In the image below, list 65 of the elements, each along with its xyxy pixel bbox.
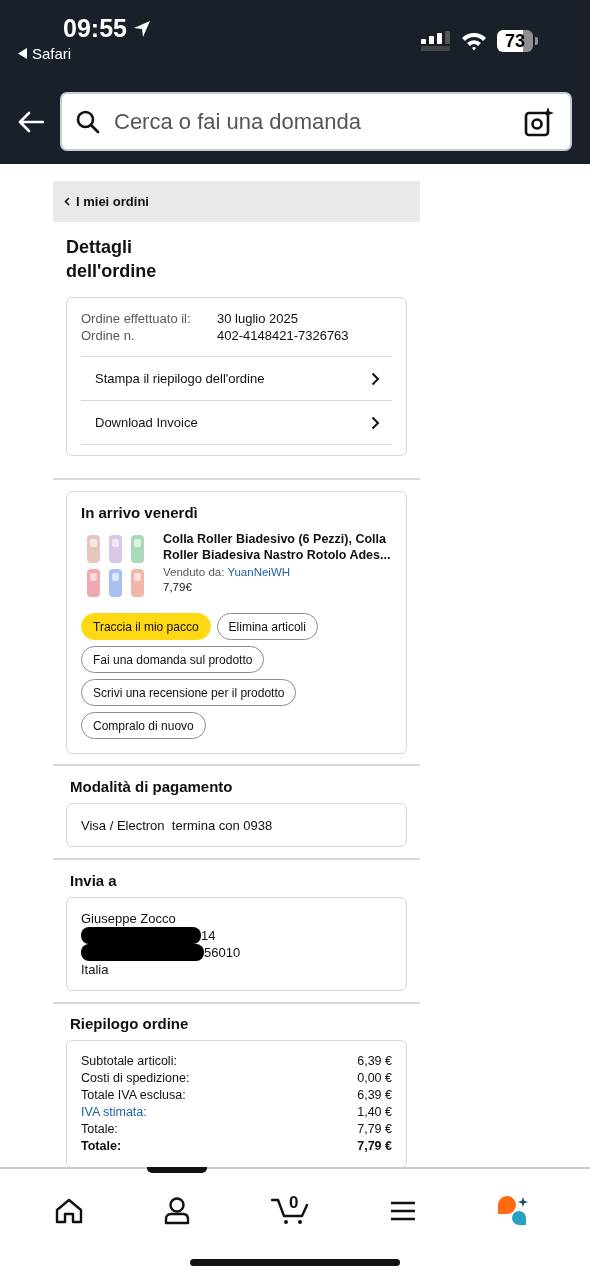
product-title[interactable]: Colla Roller Biadesivo (6 Pezzi), Colla Roller Biadesiva Nastro Rotolo Ades... [163, 531, 392, 563]
breadcrumb-label: I miei ordini [76, 194, 149, 209]
info-value: 30 luglio 2025 [217, 310, 298, 327]
breadcrumb-link[interactable]: I miei ordini [53, 181, 420, 222]
back-triangle-icon [18, 48, 28, 59]
page-title: Dettagli dell'ordine [66, 236, 158, 283]
account-tab[interactable] [163, 1197, 190, 1225]
delivery-heading: In arrivo venerdì [81, 504, 199, 521]
address-fragment: 14 [201, 927, 216, 944]
info-value: 402-4148421-7326763 [217, 327, 349, 344]
summary-value: 7,79 € [357, 1121, 392, 1138]
tax-link[interactable]: IVA stimata: [81, 1104, 147, 1121]
search-field[interactable]: Cerca o fai una domanda [112, 107, 512, 136]
summary-value: 6,39 € [357, 1087, 392, 1104]
action-button[interactable]: Elimina articoli [216, 613, 318, 640]
action-button[interactable]: Compralo di nuovo [81, 712, 206, 739]
action-button[interactable]: Fai una domanda sul prodotto [81, 646, 265, 673]
camera-sparkle-icon[interactable] [524, 106, 554, 137]
summary-value: 1,40 € [357, 1104, 392, 1121]
order-link[interactable]: Stampa il riepilogo dell'ordine [81, 356, 392, 400]
cart-icon [270, 1197, 309, 1225]
summary-value: 0,00 € [357, 1070, 392, 1087]
chevron-right-icon [371, 371, 380, 386]
seller-label: Venduto da: YuanNeiWH [163, 566, 292, 578]
summary-label: Totale IVA esclusa: [81, 1087, 186, 1104]
battery-indicator: 73 [497, 30, 533, 52]
seller-link[interactable]: YuanNeiWH [227, 566, 291, 578]
section-heading: Riepilogo ordine [70, 1015, 190, 1032]
address-line: Italia [81, 961, 110, 978]
menu-icon [390, 1200, 417, 1222]
cart-tab[interactable]: 0 [270, 1197, 309, 1225]
summary-label: Costi di spedizione: [81, 1070, 190, 1087]
action-button[interactable]: Scrivi una recensione per il prodotto [81, 679, 297, 706]
search-bar[interactable]: Cerca o fai una domanda [60, 92, 572, 151]
menu-tab[interactable] [390, 1200, 417, 1222]
track-package-button[interactable]: Traccia il mio pacco [81, 613, 211, 640]
summary-label: Totale: [81, 1138, 122, 1155]
payment-method: Visa / Electron termina con 0938 [81, 818, 273, 833]
signal-icon [421, 31, 451, 51]
wifi-icon [461, 31, 487, 51]
search-icon [76, 109, 100, 134]
summary-label: Subtotale articoli: [81, 1053, 177, 1070]
location-arrow-icon [132, 19, 151, 38]
grabber-handle [147, 1167, 207, 1173]
summary-label: Totale: [81, 1121, 118, 1138]
section-heading: Modalità di pagamento [70, 778, 234, 795]
home-icon [54, 1198, 83, 1224]
chevron-left-icon [64, 197, 70, 206]
summary-value: 7,79 € [357, 1138, 392, 1155]
person-icon [163, 1197, 190, 1225]
chevron-right-icon [371, 415, 380, 430]
info-label: Ordine effettuato il: [81, 310, 192, 327]
status-time: 09:55 [63, 14, 127, 43]
summary-value: 6,39 € [357, 1053, 392, 1070]
back-to-app-link[interactable]: Safari [32, 45, 72, 62]
order-link[interactable]: Download Invoice [81, 400, 392, 444]
section-heading: Invia a [70, 872, 118, 889]
address-line: Giuseppe Zocco [81, 910, 177, 927]
info-label: Ordine n. [81, 327, 136, 344]
assistant-tab[interactable] [497, 1196, 530, 1226]
chat-bubbles-icon [497, 1196, 530, 1226]
home-tab[interactable] [54, 1198, 83, 1224]
back-arrow-icon[interactable] [18, 110, 44, 133]
product-price: 7,79€ [163, 581, 193, 593]
address-fragment: 56010 [204, 944, 241, 961]
